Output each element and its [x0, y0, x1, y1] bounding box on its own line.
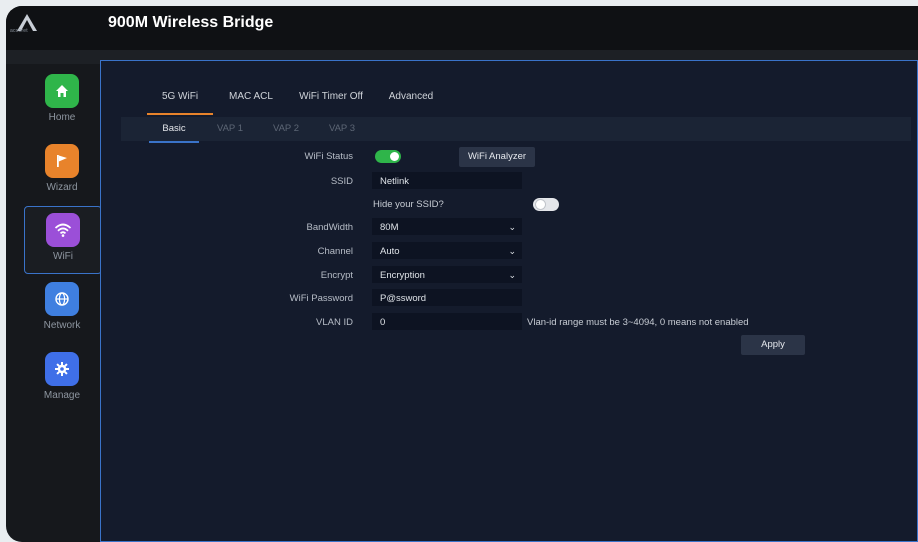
brand-logo-icon [17, 14, 37, 31]
flag-icon [45, 144, 79, 178]
tab-mac-acl[interactable]: MAC ACL [223, 81, 279, 113]
channel-select[interactable]: Auto ⌄ [371, 241, 523, 260]
vlan-hint: Vlan-id range must be 3~4094, 0 means no… [527, 317, 749, 328]
hide-ssid-toggle[interactable] [533, 198, 559, 211]
vlan-id-label: VLAN ID [316, 317, 353, 328]
bandwidth-select[interactable]: 80M ⌄ [371, 217, 523, 236]
bandwidth-label: BandWidth [306, 222, 353, 233]
sidebar-item-network[interactable]: Network [24, 276, 100, 342]
sidebar-item-label: Network [43, 320, 81, 331]
channel-label: Channel [317, 246, 353, 257]
globe-icon [45, 282, 79, 316]
sidebar-item-label: Wizard [46, 182, 78, 193]
sidebar-item-manage[interactable]: Manage [24, 346, 100, 412]
brand-logo-text: accoret [10, 28, 28, 34]
encrypt-label: Encrypt [320, 270, 353, 281]
ssid-label: SSID [330, 176, 353, 187]
sidebar: Home Wizard WiFi Network Manage [24, 68, 102, 542]
chevron-down-icon: ⌄ [508, 222, 516, 232]
toggle-knob [390, 152, 399, 161]
home-icon [45, 74, 79, 108]
encrypt-select[interactable]: Encryption ⌄ [371, 265, 523, 284]
toggle-knob [536, 200, 545, 209]
subtab-basic[interactable]: Basic [149, 117, 199, 143]
channel-value: Auto [380, 246, 400, 257]
subtab-bar: Basic VAP 1 VAP 2 VAP 3 [121, 117, 911, 143]
hide-ssid-label: Hide your SSID? [373, 199, 444, 210]
ssid-input[interactable]: Netlink [371, 171, 523, 190]
wifi-icon [46, 213, 80, 247]
chevron-down-icon: ⌄ [508, 246, 516, 256]
sidebar-item-label: WiFi [53, 251, 73, 262]
wifi-analyzer-button[interactable]: WiFi Analyzer [459, 147, 535, 167]
subtab-vap-3[interactable]: VAP 3 [319, 117, 365, 141]
subtab-vap-2[interactable]: VAP 2 [263, 117, 309, 141]
chevron-down-icon: ⌄ [508, 270, 516, 280]
sidebar-item-label: Home [48, 112, 76, 123]
encrypt-value: Encryption [380, 270, 425, 281]
bandwidth-value: 80M [380, 222, 399, 233]
wifi-status-toggle[interactable] [375, 150, 401, 163]
main-panel: 5G WiFi MAC ACL WiFi Timer Off Advanced … [100, 60, 918, 542]
gear-icon [45, 352, 79, 386]
tab-advanced[interactable]: Advanced [383, 81, 439, 113]
sidebar-item-wizard[interactable]: Wizard [24, 138, 100, 204]
vlan-id-input[interactable]: 0 [371, 312, 523, 331]
wifi-password-input[interactable]: P@ssword [371, 288, 523, 307]
page-title: 900M Wireless Bridge [108, 14, 274, 31]
tab-5g-wifi[interactable]: 5G WiFi [147, 81, 213, 115]
tab-wifi-timer-off[interactable]: WiFi Timer Off [295, 81, 367, 113]
wifi-status-label: WiFi Status [304, 151, 353, 162]
sidebar-item-wifi[interactable]: WiFi [24, 206, 102, 274]
app-window: accoret 900M Wireless Bridge Home Wizard [6, 6, 918, 542]
subtab-vap-1[interactable]: VAP 1 [207, 117, 253, 141]
sidebar-item-home[interactable]: Home [24, 68, 100, 134]
apply-button[interactable]: Apply [741, 335, 805, 355]
wifi-password-label: WiFi Password [289, 293, 353, 304]
sidebar-item-label: Manage [43, 390, 81, 401]
top-bar: accoret 900M Wireless Bridge [6, 6, 918, 50]
